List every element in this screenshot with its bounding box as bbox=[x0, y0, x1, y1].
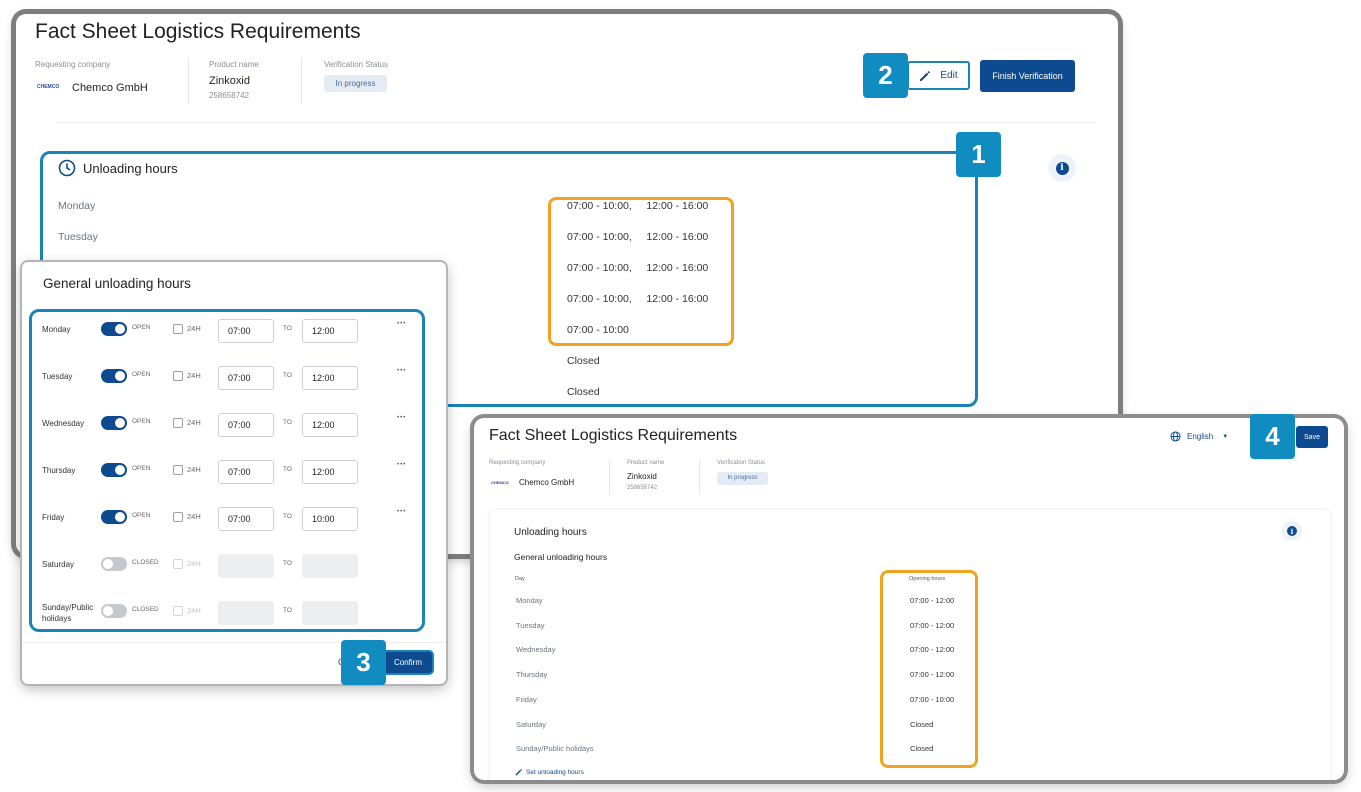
callout-1: 1 bbox=[956, 132, 1001, 177]
info-button[interactable]: i bbox=[1048, 154, 1076, 182]
set-unloading-hours-link[interactable]: Set unloading hours bbox=[515, 768, 584, 776]
col-day-header: Day bbox=[515, 576, 525, 582]
divider bbox=[301, 58, 302, 104]
company-logo: CHEMCO bbox=[37, 84, 60, 90]
info-icon: i bbox=[1287, 526, 1297, 536]
product-id: 258658742 bbox=[209, 91, 250, 100]
info-icon: i bbox=[1055, 161, 1069, 175]
day-label: Friday bbox=[516, 694, 537, 704]
pencil-icon bbox=[515, 768, 523, 776]
product-name-label: Product name bbox=[627, 460, 665, 466]
day-label: Wednesday bbox=[516, 645, 556, 655]
highlight-hours-summary bbox=[880, 570, 978, 768]
language-label: English bbox=[1187, 432, 1214, 441]
requesting-company-label: Requesting company bbox=[35, 60, 111, 69]
company-name: Chemco GmbH bbox=[72, 82, 148, 94]
set-unloading-hours-label: Set unloading hours bbox=[526, 768, 584, 776]
edit-label: Edit bbox=[940, 70, 958, 81]
language-selector[interactable]: English ▼ bbox=[1170, 431, 1228, 442]
summary-product-id: 258658742 bbox=[627, 485, 658, 491]
callout-3: 3 bbox=[341, 640, 386, 685]
callout-4: 4 bbox=[1250, 414, 1295, 459]
summary-status-badge: In progress bbox=[717, 472, 768, 485]
summary-page-title: Fact Sheet Logistics Requirements bbox=[489, 427, 738, 444]
divider bbox=[699, 460, 700, 494]
highlight-hours-main bbox=[548, 197, 734, 346]
product-name: Zinkoxid bbox=[209, 75, 250, 87]
highlight-frame-dialog bbox=[29, 309, 425, 632]
summary-section-title: Unloading hours bbox=[514, 527, 587, 538]
divider bbox=[609, 460, 610, 494]
day-label: Saturday bbox=[516, 719, 547, 729]
day-label: Tuesday bbox=[516, 620, 545, 630]
divider bbox=[188, 58, 189, 104]
summary-info-button[interactable]: i bbox=[1282, 521, 1302, 541]
summary-product-name: Zinkoxid bbox=[627, 472, 657, 481]
product-name-label: Product name bbox=[209, 60, 259, 69]
requesting-company-label: Requesting company bbox=[489, 460, 546, 466]
save-button[interactable]: Save bbox=[1296, 426, 1328, 448]
caret-down-icon: ▼ bbox=[1222, 433, 1229, 440]
day-label: Thursday bbox=[516, 670, 548, 680]
dialog-title: General unloading hours bbox=[43, 276, 191, 291]
page-title: Fact Sheet Logistics Requirements bbox=[35, 20, 361, 43]
callout-2: 2 bbox=[863, 53, 908, 98]
pencil-icon bbox=[920, 70, 931, 81]
day-label: Monday bbox=[516, 596, 543, 605]
subsection-title: General unloading hours bbox=[514, 552, 608, 562]
verification-status-label: Verification Status bbox=[717, 460, 766, 466]
status-badge: In progress bbox=[324, 75, 387, 92]
company-logo: CHEMCO bbox=[491, 480, 509, 485]
summary-company-name: Chemco GmbH bbox=[519, 478, 575, 487]
edit-button[interactable]: Edit bbox=[907, 61, 970, 90]
confirm-button[interactable]: Confirm bbox=[384, 652, 432, 673]
header-divider bbox=[56, 122, 1096, 123]
verification-status-label: Verification Status bbox=[324, 60, 389, 69]
day-label: Sunday/Public holidays bbox=[516, 744, 594, 754]
finish-verification-button[interactable]: Finish Verification bbox=[980, 60, 1075, 92]
globe-icon bbox=[1170, 431, 1181, 442]
